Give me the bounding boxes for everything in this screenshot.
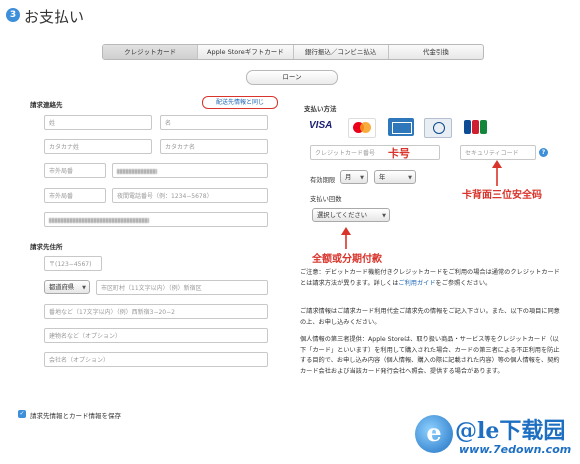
installments-label: 支払い回数 bbox=[310, 196, 342, 203]
loan-button[interactable]: ローン bbox=[246, 70, 338, 85]
billing-contact-heading: 請求連絡先 bbox=[30, 101, 63, 109]
chevron-down-icon: ▼ bbox=[382, 213, 386, 219]
chevron-down-icon: ▼ bbox=[82, 285, 86, 291]
amex-box bbox=[392, 122, 412, 134]
area-code-field[interactable]: 市外局番 bbox=[44, 163, 106, 178]
tab-cash-on-delivery[interactable]: 代金引換 bbox=[389, 45, 483, 59]
mastercard-circle-orange bbox=[360, 122, 371, 133]
step-number-badge: 3 bbox=[6, 8, 20, 22]
visa-card-icon[interactable]: VISA bbox=[308, 118, 334, 136]
city-field[interactable]: 市区町村（11文字以内）（例）新宿区 bbox=[96, 280, 268, 295]
postal-code-field[interactable]: 〒(123−4567) bbox=[44, 256, 102, 271]
jcb-red bbox=[472, 120, 479, 134]
help-icon[interactable]: ? bbox=[539, 148, 548, 157]
email-field[interactable] bbox=[44, 212, 268, 227]
evening-phone-field[interactable]: 夜間電話番号（例：1234−5678） bbox=[112, 188, 268, 203]
expiry-year-value: 年 bbox=[379, 174, 386, 181]
payment-method-heading: 支払い方法 bbox=[304, 105, 337, 113]
area-code-evening-field[interactable]: 市外局番 bbox=[44, 188, 106, 203]
installments-value: 選択してください bbox=[317, 212, 367, 219]
chevron-down-icon: ▼ bbox=[360, 175, 364, 181]
watermark-text: @le下载园 bbox=[455, 418, 566, 444]
jcb-blue bbox=[464, 120, 471, 134]
last-name-kana-field[interactable]: カタカナ姓 bbox=[44, 139, 152, 154]
page-title: お支払い bbox=[24, 8, 85, 26]
billing-address-heading: 請求先住所 bbox=[30, 243, 63, 251]
prefecture-select[interactable]: 都道府県 ▼ bbox=[44, 280, 90, 294]
usage-guide-link[interactable]: ご利用ガイド bbox=[398, 280, 435, 287]
expiry-year-select[interactable]: 年 ▼ bbox=[374, 170, 416, 184]
installments-annotation: 全额或分期付款 bbox=[312, 254, 382, 265]
security-code-arrow-icon bbox=[492, 160, 502, 186]
same-as-shipping-button[interactable]: 配送先情報と同じ bbox=[202, 96, 278, 109]
first-name-field[interactable]: 名 bbox=[160, 115, 268, 130]
building-field[interactable]: 建物名など（オプション） bbox=[44, 328, 268, 343]
third-party-notice: 個人情報の第三者提供：Apple Storeは、取り扱い商品・サービス等をクレジ… bbox=[300, 336, 560, 375]
first-name-kana-field[interactable]: カタカナ名 bbox=[160, 139, 268, 154]
save-info-label: 請求先情報とカード情報を保存 bbox=[30, 412, 121, 420]
watermark-logo: e bbox=[415, 415, 453, 453]
diners-circle bbox=[433, 122, 445, 134]
payment-method-tabs: クレジットカード Apple Storeギフトカード 銀行振込／コンビニ払込 代… bbox=[102, 44, 484, 60]
prefecture-select-value: 都道府県 bbox=[49, 284, 75, 291]
visa-logo-text: VISA bbox=[309, 120, 333, 131]
expiry-month-select[interactable]: 月 ▼ bbox=[340, 170, 368, 184]
installments-arrow-icon bbox=[341, 227, 351, 249]
checkmark-icon[interactable]: ✓ bbox=[18, 410, 26, 418]
diners-card-icon[interactable] bbox=[424, 118, 452, 138]
debit-card-notice: ご注意：デビットカード機能付きクレジットカードをご利用の場合は通常のクレジットカ… bbox=[300, 268, 562, 289]
last-name-field[interactable]: 姓 bbox=[44, 115, 152, 130]
daytime-phone-field[interactable] bbox=[112, 163, 268, 178]
security-code-annotation: 卡背面三位安全码 bbox=[462, 190, 542, 201]
jcb-card-icon[interactable] bbox=[462, 118, 488, 136]
watermark-url: www.7edown.com bbox=[459, 443, 572, 456]
chevron-down-icon: ▼ bbox=[408, 175, 412, 181]
jcb-green bbox=[480, 120, 487, 134]
street-field[interactable]: 番地など（17文字以内）（例）西新宿3−20−2 bbox=[44, 304, 268, 319]
security-code-field[interactable]: セキュリティコード bbox=[460, 145, 536, 160]
tab-gift-card[interactable]: Apple Storeギフトカード bbox=[198, 45, 294, 59]
amex-card-icon[interactable] bbox=[388, 118, 414, 136]
tab-bank-convenience[interactable]: 銀行振込／コンビニ払込 bbox=[294, 45, 389, 59]
site-watermark: e @le下载园 www.7edown.com bbox=[415, 413, 575, 461]
tab-credit-card[interactable]: クレジットカード bbox=[103, 45, 199, 59]
expiry-month-value: 月 bbox=[345, 174, 352, 181]
card-number-field[interactable]: クレジットカード番号 bbox=[310, 145, 440, 160]
card-number-annotation: 卡号 bbox=[388, 147, 410, 160]
expiry-label: 有効期限 bbox=[310, 177, 336, 184]
installments-select[interactable]: 選択してください ▼ bbox=[312, 208, 390, 222]
redacted-email bbox=[49, 218, 149, 223]
redacted-phone bbox=[117, 169, 157, 174]
mastercard-icon[interactable] bbox=[348, 118, 376, 138]
consent-notice: ご請求情報はご請求カード利用代金ご請求先の情報をご記入下さい。また、以下の項目に… bbox=[300, 308, 560, 326]
company-field[interactable]: 会社名（オプション） bbox=[44, 352, 268, 367]
notice-text-end: をご参照ください。 bbox=[435, 279, 492, 287]
